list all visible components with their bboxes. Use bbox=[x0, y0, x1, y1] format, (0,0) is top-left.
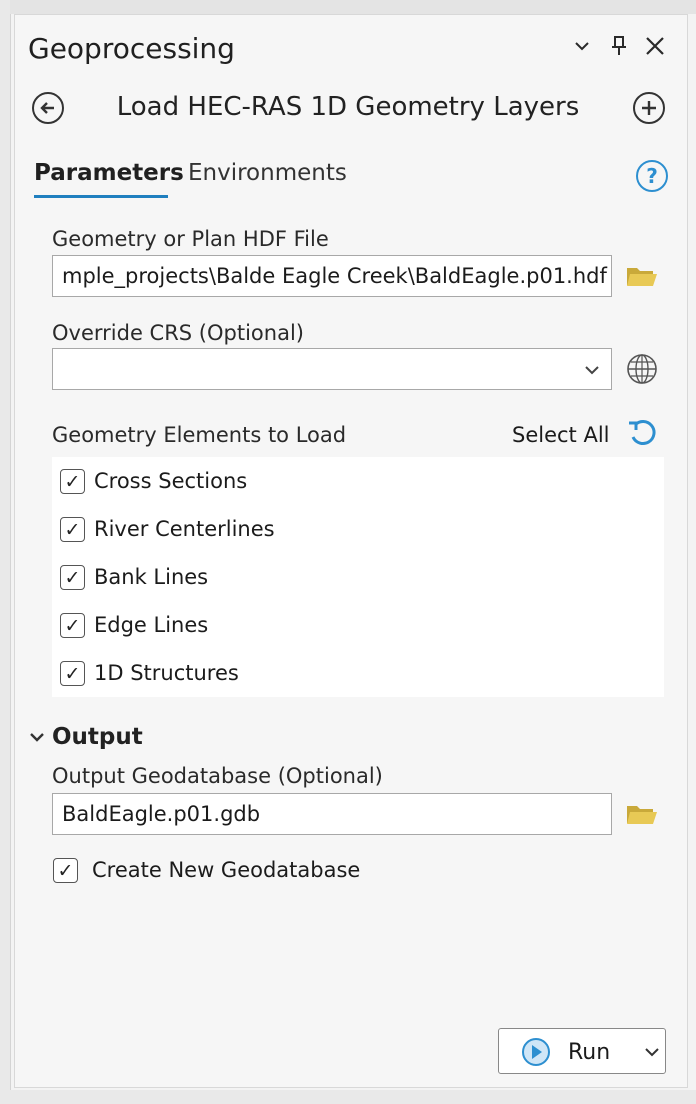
play-icon bbox=[520, 1037, 552, 1071]
list-item: Edge Lines bbox=[94, 613, 209, 637]
help-icon[interactable]: ? bbox=[636, 160, 668, 192]
checkbox-cross-sections[interactable]: ✓ bbox=[60, 469, 85, 494]
checkbox-bank-lines[interactable]: ✓ bbox=[60, 565, 85, 590]
chevron-down-icon[interactable] bbox=[572, 36, 592, 62]
tab-environments[interactable]: Environments bbox=[188, 160, 347, 186]
create-new-geodatabase-label: Create New Geodatabase bbox=[92, 858, 361, 882]
geometry-file-label: Geometry or Plan HDF File bbox=[52, 227, 329, 251]
checkbox-river-centerlines[interactable]: ✓ bbox=[60, 517, 85, 542]
override-crs-label: Override CRS (Optional) bbox=[52, 321, 304, 345]
pane-title: Geoprocessing bbox=[28, 32, 235, 65]
list-item: Bank Lines bbox=[94, 565, 209, 589]
checkbox-create-new-geodatabase[interactable]: ✓ bbox=[53, 858, 78, 883]
active-tab-indicator bbox=[34, 195, 168, 198]
override-crs-dropdown[interactable] bbox=[52, 348, 612, 390]
select-all-link[interactable]: Select All bbox=[512, 423, 610, 447]
pin-icon[interactable] bbox=[608, 34, 630, 64]
tab-parameters[interactable]: Parameters bbox=[34, 160, 184, 186]
left-dock-strip bbox=[0, 0, 11, 1104]
list-item: 1D Structures bbox=[94, 661, 239, 685]
output-geodatabase-input[interactable]: BaldEagle.p01.gdb bbox=[52, 793, 612, 835]
folder-browse-icon[interactable] bbox=[626, 802, 657, 824]
checkbox-1d-structures[interactable]: ✓ bbox=[60, 661, 85, 686]
list-item: River Centerlines bbox=[94, 517, 275, 541]
tool-title: Load HEC-RAS 1D Geometry Layers bbox=[116, 92, 580, 122]
checkbox-edge-lines[interactable]: ✓ bbox=[60, 613, 85, 638]
bottom-dock-strip bbox=[10, 1090, 696, 1104]
chevron-down-icon[interactable] bbox=[582, 360, 602, 384]
output-collapse-chevron-icon[interactable] bbox=[27, 727, 47, 751]
add-icon[interactable] bbox=[633, 92, 665, 124]
globe-icon[interactable] bbox=[626, 353, 658, 389]
reset-icon[interactable] bbox=[626, 418, 658, 452]
top-dock-strip bbox=[10, 0, 696, 14]
run-options-chevron-icon[interactable] bbox=[642, 1042, 662, 1066]
list-item: Cross Sections bbox=[94, 469, 248, 493]
run-button-label: Run bbox=[568, 1040, 611, 1065]
geometry-elements-label: Geometry Elements to Load bbox=[52, 423, 347, 447]
geometry-file-input[interactable]: mple_projects\Balde Eagle Creek\BaldEagl… bbox=[52, 255, 612, 297]
output-section-header[interactable]: Output bbox=[52, 724, 143, 750]
close-icon[interactable] bbox=[644, 35, 666, 63]
folder-browse-icon[interactable] bbox=[626, 264, 657, 286]
output-geodatabase-label: Output Geodatabase (Optional) bbox=[52, 764, 383, 788]
